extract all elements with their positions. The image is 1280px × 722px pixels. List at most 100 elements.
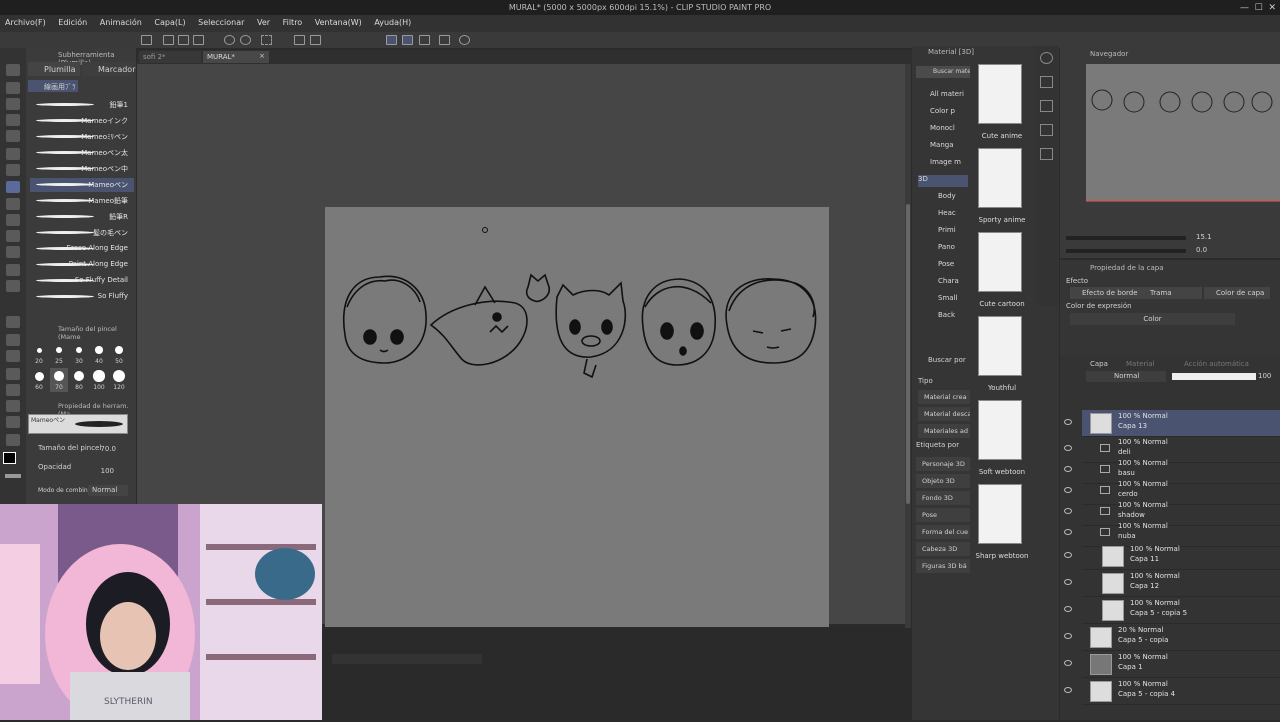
- menu-archivo[interactable]: Archivo(F): [0, 15, 51, 27]
- material-thumbnail[interactable]: [978, 400, 1022, 460]
- menu-ayuda[interactable]: Ayuda(H): [369, 15, 416, 27]
- brush-item[interactable]: Mameoペン太: [30, 146, 134, 160]
- close-tab-icon[interactable]: ×: [259, 52, 265, 60]
- fit-icon[interactable]: [1040, 148, 1053, 160]
- pen-tool-icon[interactable]: [6, 181, 20, 193]
- tag-item[interactable]: Forma del cue: [916, 525, 970, 539]
- tab-sofi-2[interactable]: sofi 2*: [139, 51, 201, 63]
- tipo-item[interactable]: Material crea: [918, 390, 970, 404]
- layer-row[interactable]: 100 % Normal Capa 1: [1064, 651, 1280, 678]
- eye-icon[interactable]: [1064, 419, 1072, 425]
- main-color-swatch[interactable]: [3, 452, 16, 464]
- tab-marcador[interactable]: Marcador: [82, 62, 135, 76]
- fill-icon[interactable]: [294, 35, 305, 45]
- menu-ver[interactable]: Ver: [252, 15, 275, 27]
- layer-tab[interactable]: Capa: [1090, 360, 1108, 368]
- eraser-tool-icon[interactable]: [6, 264, 20, 276]
- move-layer-tool-icon[interactable]: [6, 114, 20, 126]
- blend-tool-icon[interactable]: [6, 280, 20, 292]
- material-thumbnail[interactable]: [978, 64, 1022, 124]
- balloon-tool-icon[interactable]: [6, 416, 20, 428]
- blend-select[interactable]: Normal: [88, 485, 128, 496]
- tag-item[interactable]: Personaje 3D: [916, 457, 970, 471]
- eye-icon[interactable]: [1064, 508, 1072, 514]
- menu-ventana[interactable]: Ventana(W): [310, 15, 367, 27]
- navigator-preview[interactable]: [1086, 64, 1280, 202]
- brush-item[interactable]: 鉛筆1: [30, 98, 134, 112]
- eye-icon[interactable]: [1064, 579, 1072, 585]
- eye-icon[interactable]: [1064, 606, 1072, 612]
- layer-row[interactable]: 100 % Normal Capa 5 - copia 5: [1064, 597, 1280, 624]
- eye-icon[interactable]: [1064, 687, 1072, 693]
- eyedropper-tool-icon[interactable]: [6, 164, 20, 176]
- layer-opacity-value[interactable]: 100: [1258, 372, 1271, 380]
- canvas-icon[interactable]: [141, 35, 152, 45]
- ruler-tool-icon[interactable]: [6, 384, 20, 396]
- snap-grid-icon[interactable]: [419, 35, 430, 45]
- menu-seleccionar[interactable]: Seleccionar: [193, 15, 249, 27]
- close-icon[interactable]: [1040, 76, 1053, 88]
- airbrush-tool-icon[interactable]: [6, 230, 20, 242]
- pencil-tool-icon[interactable]: [6, 198, 20, 210]
- brush-item[interactable]: 鉛筆R: [30, 210, 134, 224]
- auto-action-tab[interactable]: Acción automática: [1184, 360, 1249, 368]
- screentone-button[interactable]: Trama: [1138, 287, 1202, 299]
- brush-item[interactable]: Erase Along Edge: [30, 242, 134, 256]
- eye-icon[interactable]: [1064, 552, 1072, 558]
- eye-icon[interactable]: [1064, 466, 1072, 472]
- share-icon[interactable]: [459, 35, 470, 45]
- brush-item[interactable]: So Fluffy Detail: [30, 274, 134, 288]
- open-file-icon[interactable]: [178, 35, 189, 45]
- tag-item[interactable]: Fondo 3D: [916, 491, 970, 505]
- figure-tool-icon[interactable]: [6, 350, 20, 362]
- snap-special-icon[interactable]: [402, 35, 413, 45]
- snap-ruler-icon[interactable]: [386, 35, 397, 45]
- brush-group-tag[interactable]: 線画用ﾌﾞﾗ: [28, 80, 78, 92]
- material-thumbnail[interactable]: [978, 232, 1022, 292]
- zoom-tool-icon[interactable]: [6, 64, 20, 76]
- layer-blend-select[interactable]: Normal: [1086, 371, 1166, 382]
- brush-size-option[interactable]: 100: [90, 368, 108, 392]
- border-effect-button[interactable]: Efecto de borde: [1070, 287, 1138, 299]
- tab-mural[interactable]: MURAL* ×: [203, 51, 269, 63]
- eye-icon[interactable]: [1064, 487, 1072, 493]
- redo-icon[interactable]: [240, 35, 251, 45]
- save-icon[interactable]: [193, 35, 204, 45]
- gradient-tool-icon[interactable]: [6, 334, 20, 346]
- lasso-tool-icon[interactable]: [6, 130, 20, 142]
- brush-item[interactable]: Mameoインク: [30, 114, 134, 128]
- tipo-item[interactable]: Materiales ad: [918, 424, 970, 438]
- window-controls[interactable]: — ☐ ✕: [1240, 3, 1276, 13]
- undo-icon[interactable]: [224, 35, 235, 45]
- zoom-slider[interactable]: [1066, 236, 1186, 240]
- material-tree-item[interactable]: Manga: [930, 141, 980, 153]
- brush-item[interactable]: Mameoペン: [30, 178, 134, 192]
- material-thumbnail[interactable]: [978, 484, 1022, 544]
- tag-item[interactable]: Figuras 3D bá: [916, 559, 970, 573]
- brush-item[interactable]: Mameoﾐﾘペン: [30, 130, 134, 144]
- brush-size-option[interactable]: 40: [90, 342, 108, 366]
- material-tab[interactable]: Material: [1126, 360, 1154, 368]
- material-tree-item[interactable]: Image m: [930, 158, 980, 170]
- brush-size-option[interactable]: 80: [70, 368, 88, 392]
- brush-size-option[interactable]: 25: [50, 342, 68, 366]
- eye-icon[interactable]: [1064, 633, 1072, 639]
- zoom-value[interactable]: 15.1: [1196, 233, 1212, 241]
- brush-item[interactable]: Mameoペン中: [30, 162, 134, 176]
- menu-filtro[interactable]: Filtro: [278, 15, 308, 27]
- zoom-in-icon[interactable]: [1040, 52, 1053, 64]
- flip-icon[interactable]: [1040, 100, 1053, 112]
- tab-plumilla[interactable]: Plumilla: [28, 62, 80, 76]
- magic-wand-tool-icon[interactable]: [6, 148, 20, 160]
- eye-icon[interactable]: [1064, 445, 1072, 451]
- new-file-icon[interactable]: [163, 35, 174, 45]
- eye-icon[interactable]: [1064, 660, 1072, 666]
- drawing-canvas[interactable]: [325, 207, 829, 627]
- layer-row[interactable]: 100 % Normal Capa 13: [1064, 410, 1280, 437]
- expression-color-select[interactable]: Color: [1070, 313, 1235, 325]
- text-tool-icon[interactable]: [6, 400, 20, 412]
- tag-item[interactable]: Pose: [916, 508, 970, 522]
- transparent-color-icon[interactable]: [5, 474, 21, 478]
- decoration-tool-icon[interactable]: [6, 246, 20, 258]
- layer-row[interactable]: 100 % Normal Capa 11: [1064, 543, 1280, 570]
